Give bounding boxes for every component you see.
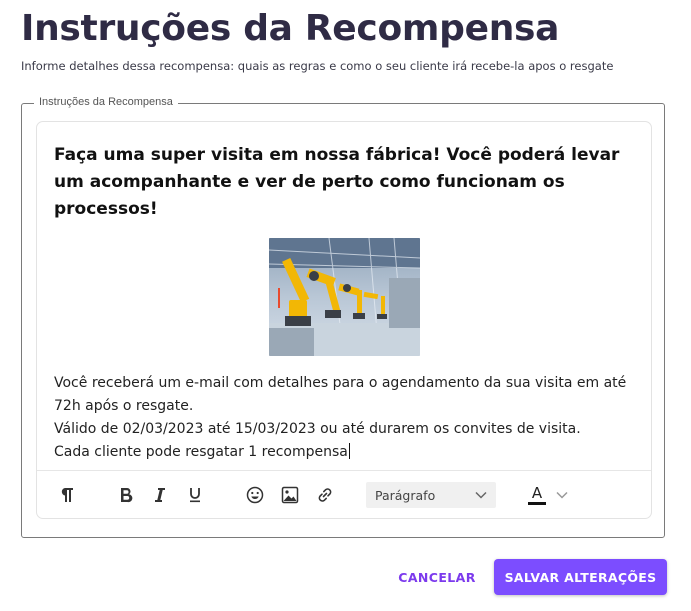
paragraph-icon[interactable] (57, 483, 77, 507)
link-icon[interactable] (314, 483, 336, 507)
save-changes-button[interactable]: SALVAR ALTERAÇÕES (494, 559, 667, 595)
text-color-icon: A (528, 485, 546, 505)
editor-content[interactable]: Faça uma super visita em nossa fábrica! … (54, 142, 634, 464)
emoji-icon[interactable] (244, 483, 266, 507)
page-title: Instruções da Recompensa (21, 8, 560, 49)
chevron-down-icon (556, 491, 568, 499)
fieldset-legend: Instruções da Recompensa (34, 96, 178, 108)
editor-heading: Faça uma super visita em nossa fábrica! … (54, 145, 620, 219)
editor-paragraph: Você receberá um e-mail com detalhes par… (54, 375, 627, 414)
text-caret (348, 443, 350, 459)
text-color-button[interactable]: A (528, 481, 568, 509)
bold-icon[interactable] (116, 483, 136, 507)
editor-paragraph: Válido de 02/03/2023 até 15/03/2023 ou a… (54, 421, 581, 437)
paragraph-style-value: Parágrafo (375, 487, 436, 503)
editor-toolbar: Parágrafo A (37, 470, 651, 519)
paragraph-style-select[interactable]: Parágrafo (366, 482, 496, 508)
editor-body: Você receberá um e-mail com detalhes par… (54, 372, 634, 464)
editor-paragraph: Cada cliente pode resgatar 1 recompensa (54, 444, 348, 460)
page-subtitle: Informe detalhes dessa recompensa: quais… (21, 59, 614, 73)
image-icon[interactable] (279, 483, 301, 507)
rich-text-editor[interactable]: Faça uma super visita em nossa fábrica! … (36, 121, 652, 519)
instructions-fieldset: Instruções da Recompensa Faça uma super … (21, 96, 665, 538)
chevron-down-icon (475, 491, 487, 499)
text-color-swatch (528, 502, 546, 505)
factory-robots-image (269, 238, 420, 356)
cancel-button[interactable]: CANCELAR (393, 559, 481, 595)
underline-icon[interactable] (185, 483, 205, 507)
italic-icon[interactable] (150, 483, 170, 507)
